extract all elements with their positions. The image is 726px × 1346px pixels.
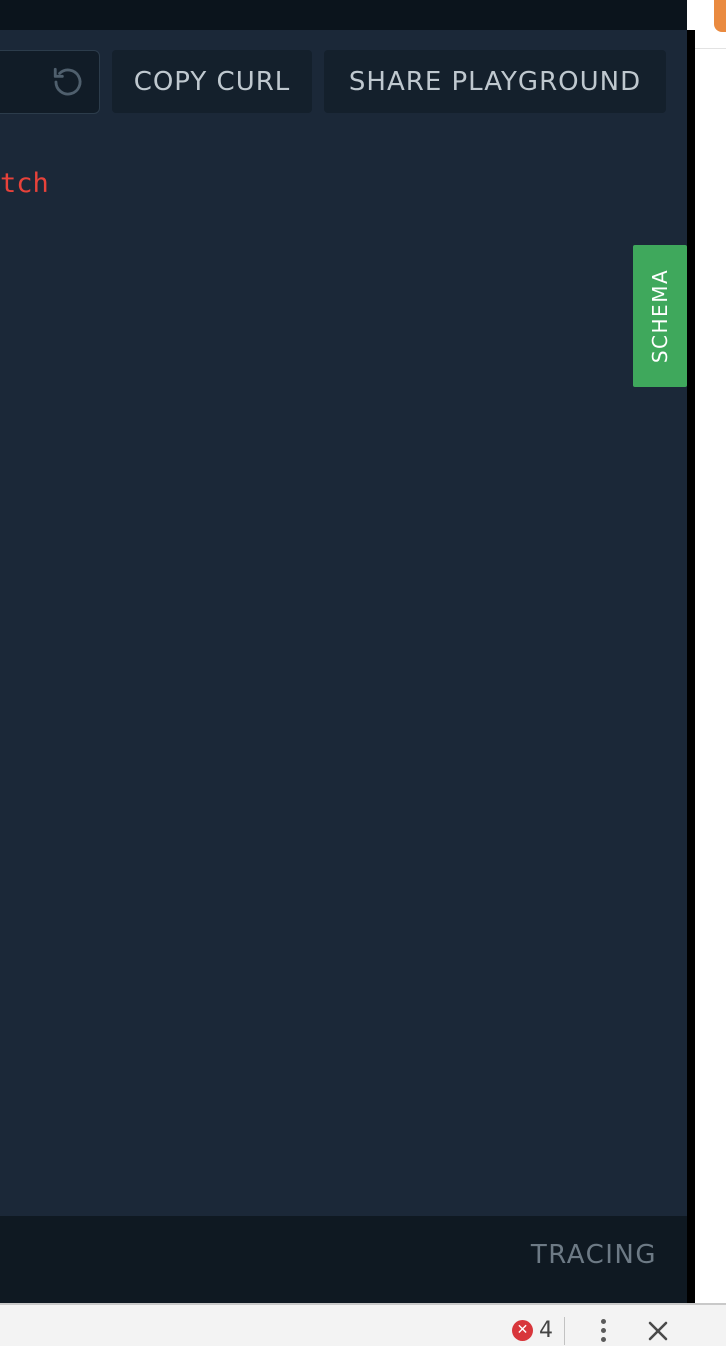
error-counter[interactable]: ✕ 4	[512, 1315, 553, 1345]
devtools-bar: ✕ 4	[0, 1303, 726, 1346]
schema-tab[interactable]: SCHEMA	[633, 245, 687, 387]
browser-accent-tab[interactable]	[714, 0, 726, 32]
tracing-button[interactable]: TRACING	[531, 1240, 657, 1270]
error-icon: ✕	[512, 1319, 533, 1341]
kebab-menu-icon[interactable]	[590, 1315, 616, 1345]
tab-strip	[0, 0, 687, 30]
error-count: 4	[539, 1317, 553, 1343]
footer-bar: TRACING	[0, 1216, 687, 1303]
close-icon[interactable]	[644, 1317, 672, 1345]
editor-code-text: tch	[0, 168, 49, 199]
copy-curl-button[interactable]: COPY CURL	[112, 50, 312, 113]
graphql-playground: COPY CURL SHARE PLAYGROUND tch SCHEMA TR…	[0, 0, 687, 1303]
schema-tab-label: SCHEMA	[648, 268, 672, 364]
pane-divider	[687, 30, 695, 1304]
devtools-separator	[564, 1317, 565, 1345]
reload-icon[interactable]	[48, 64, 88, 100]
share-playground-button[interactable]: SHARE PLAYGROUND	[324, 50, 666, 113]
